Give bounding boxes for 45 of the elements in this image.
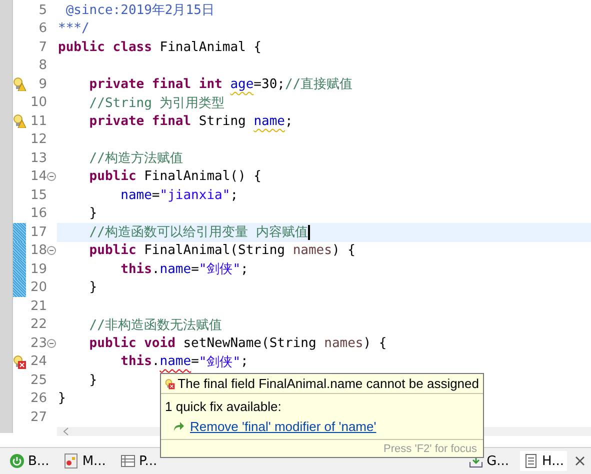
line-number: 24 [29, 354, 47, 370]
line-number: 18 [29, 243, 47, 258]
line-number: 14 [29, 169, 47, 184]
line-number: 13 [29, 150, 47, 166]
code-line: public FinalAnimal(String names) { [88, 242, 356, 260]
line-number: 26 [29, 391, 47, 406]
line-number: 16 [29, 206, 47, 222]
line-number: 10 [29, 95, 47, 110]
line-number: 17 [29, 224, 47, 240]
line-number: 19 [29, 262, 47, 277]
code-line: //构造函数可以给引用变量 内容赋值 [88, 224, 310, 242]
code-line: ***/ [57, 20, 90, 38]
code-line: } [88, 279, 98, 297]
line-number: 21 [29, 298, 47, 314]
code-line: public void setNewName(String names) { [88, 334, 387, 352]
line-number: 6 [38, 21, 47, 36]
line-number: 7 [38, 40, 47, 55]
line-number: 20 [29, 280, 47, 296]
code-line: @since:2019年2月15日 [64, 2, 214, 20]
line-number: 8 [38, 58, 47, 74]
code-line: //String 为引用类型 [88, 94, 225, 112]
code-line: //非构造函数无法赋值 [88, 316, 222, 334]
code-line: this.name="剑侠"; [120, 260, 248, 278]
line-number: 5 [38, 2, 47, 18]
quick-fix-count: 1 quick fix available: [164, 398, 282, 416]
code-line: name="jianxia"; [120, 186, 238, 204]
code-line: private final int age=30;//直接赋值 [88, 76, 353, 94]
code-line: this.name="剑侠"; [120, 353, 248, 371]
line-number: 25 [29, 372, 47, 388]
code-line: private final String name; [88, 112, 293, 130]
line-number: 12 [29, 132, 47, 148]
focus-hint: Press 'F2' for focus [161, 439, 483, 457]
line-number: 9 [38, 76, 47, 92]
code-line: } [88, 205, 98, 223]
code-line: //构造方法赋值 [88, 150, 183, 168]
code-line: public class FinalAnimal { [57, 38, 262, 56]
line-number: 11 [29, 114, 47, 129]
line-number: 27 [29, 410, 47, 425]
code-line: } [88, 372, 98, 390]
error-message: The final field FinalAnimal.name cannot be assigned [178, 376, 479, 391]
code-line: } [57, 390, 66, 408]
line-number: 22 [29, 317, 47, 332]
code-line: public FinalAnimal() { [88, 168, 262, 186]
line-number: 15 [29, 188, 47, 203]
line-number: 23 [29, 336, 47, 351]
